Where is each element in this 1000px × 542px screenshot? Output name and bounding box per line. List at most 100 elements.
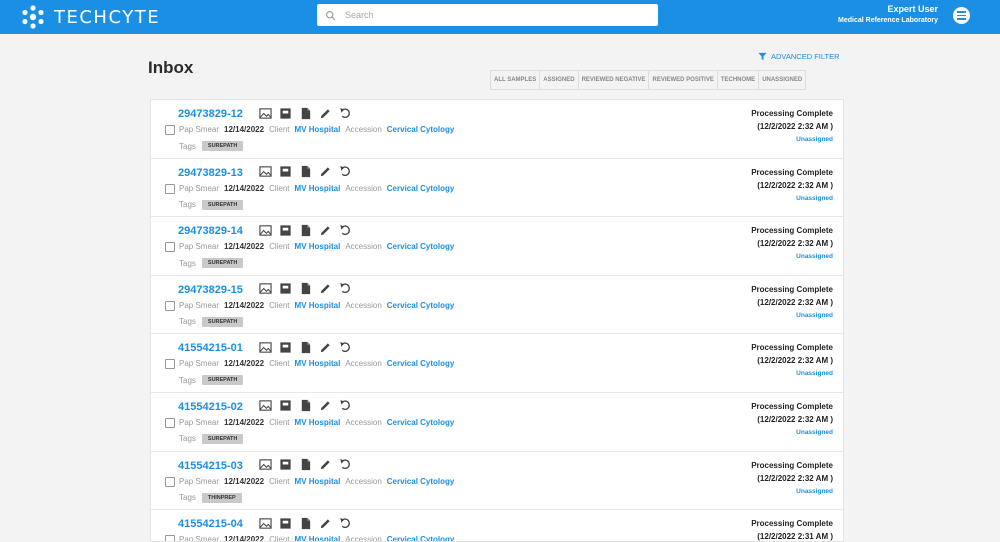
tag-chip[interactable]: SUREPATH (201, 375, 244, 386)
tag-chip[interactable]: THINPREP (201, 492, 242, 503)
edit-icon[interactable] (318, 399, 332, 413)
document-icon[interactable] (298, 165, 312, 179)
table-row[interactable]: 41554215-04 Pap Smear 12/14/2022 Client … (151, 510, 843, 541)
table-row[interactable]: 41554215-02 Pap Smear 12/14/2022 Client … (151, 393, 843, 452)
slide-icon[interactable] (278, 340, 292, 354)
slide-icon[interactable] (278, 516, 292, 530)
sample-id-link[interactable]: 41554215-04 (178, 518, 243, 530)
tag-chip[interactable]: SUREPATH (201, 433, 244, 444)
edit-icon[interactable] (318, 282, 332, 296)
tab-technome[interactable]: TECHNOME (716, 70, 759, 90)
assignment-link[interactable]: Unassigned (751, 195, 833, 202)
image-icon[interactable] (258, 340, 272, 354)
slide-icon[interactable] (278, 165, 292, 179)
slide-icon[interactable] (278, 106, 292, 120)
slide-icon[interactable] (278, 282, 292, 296)
assignment-link[interactable]: Unassigned (751, 488, 833, 495)
document-icon[interactable] (298, 282, 312, 296)
accession-link[interactable]: Cervical Cytology (387, 242, 455, 251)
image-icon[interactable] (258, 223, 272, 237)
sample-id-link[interactable]: 29473829-12 (178, 108, 243, 120)
document-icon[interactable] (298, 458, 312, 472)
sample-id-link[interactable]: 41554215-02 (178, 401, 243, 413)
assignment-link[interactable]: Unassigned (751, 253, 833, 260)
assignment-link[interactable]: Unassigned (751, 312, 833, 319)
accession-link[interactable]: Cervical Cytology (387, 125, 455, 134)
row-checkbox[interactable] (165, 183, 175, 194)
advanced-filter-button[interactable]: ADVANCED FILTER (758, 52, 839, 61)
undo-icon[interactable] (338, 106, 352, 120)
tag-chip[interactable]: SUREPATH (201, 258, 244, 269)
tab-assigned[interactable]: ASSIGNED (539, 70, 578, 90)
tag-chip[interactable]: SUREPATH (201, 316, 244, 327)
row-checkbox[interactable] (165, 242, 175, 253)
edit-icon[interactable] (318, 516, 332, 530)
document-icon[interactable] (298, 106, 312, 120)
image-icon[interactable] (258, 516, 272, 530)
edit-icon[interactable] (318, 458, 332, 472)
undo-icon[interactable] (338, 282, 352, 296)
undo-icon[interactable] (338, 165, 352, 179)
edit-icon[interactable] (318, 165, 332, 179)
tag-chip[interactable]: SUREPATH (201, 199, 244, 210)
menu-icon[interactable] (953, 7, 970, 24)
row-checkbox[interactable] (165, 476, 175, 487)
undo-icon[interactable] (338, 516, 352, 530)
row-checkbox[interactable] (165, 417, 175, 428)
client-link[interactable]: MV Hospital (295, 418, 341, 427)
undo-icon[interactable] (338, 458, 352, 472)
image-icon[interactable] (258, 165, 272, 179)
slide-icon[interactable] (278, 458, 292, 472)
assignment-link[interactable]: Unassigned (751, 370, 833, 377)
sample-id-link[interactable]: 41554215-03 (178, 460, 243, 472)
sample-id-link[interactable]: 29473829-13 (178, 167, 243, 179)
edit-icon[interactable] (318, 106, 332, 120)
tab-reviewed-negative[interactable]: REVIEWED NEGATIVE (577, 70, 649, 90)
image-icon[interactable] (258, 106, 272, 120)
tab-unassigned[interactable]: UNASSIGNED (758, 70, 807, 90)
accession-link[interactable]: Cervical Cytology (387, 359, 455, 368)
document-icon[interactable] (298, 516, 312, 530)
client-link[interactable]: MV Hospital (295, 184, 341, 193)
accession-link[interactable]: Cervical Cytology (387, 301, 455, 310)
client-link[interactable]: MV Hospital (295, 359, 341, 368)
undo-icon[interactable] (338, 340, 352, 354)
tab-all-samples[interactable]: ALL SAMPLES (490, 70, 540, 90)
user-info[interactable]: Expert User Medical Reference Laboratory (838, 4, 938, 24)
table-row[interactable]: 29473829-12 Pap Smear 12/14/2022 Client … (151, 100, 843, 159)
tab-reviewed-positive[interactable]: REVIEWED POSITIVE (648, 70, 717, 90)
tag-chip[interactable]: SUREPATH (201, 141, 244, 151)
logo[interactable]: TECHCYTE (20, 3, 160, 31)
row-checkbox[interactable] (165, 300, 175, 311)
image-icon[interactable] (258, 399, 272, 413)
table-row[interactable]: 41554215-01 Pap Smear 12/14/2022 Client … (151, 334, 843, 393)
sample-id-link[interactable]: 41554215-01 (178, 342, 243, 354)
undo-icon[interactable] (338, 223, 352, 237)
search-input[interactable] (343, 9, 647, 21)
assignment-link[interactable]: Unassigned (751, 136, 833, 143)
accession-link[interactable]: Cervical Cytology (387, 418, 455, 427)
assignment-link[interactable]: Unassigned (751, 429, 833, 436)
client-link[interactable]: MV Hospital (295, 477, 341, 486)
accession-link[interactable]: Cervical Cytology (387, 477, 455, 486)
table-row[interactable]: 29473829-15 Pap Smear 12/14/2022 Client … (151, 276, 843, 335)
document-icon[interactable] (298, 223, 312, 237)
image-icon[interactable] (258, 458, 272, 472)
client-link[interactable]: MV Hospital (295, 535, 341, 541)
client-link[interactable]: MV Hospital (295, 242, 341, 251)
edit-icon[interactable] (318, 223, 332, 237)
row-checkbox[interactable] (165, 359, 175, 370)
sample-id-link[interactable]: 29473829-14 (178, 225, 243, 237)
accession-link[interactable]: Cervical Cytology (387, 535, 455, 541)
client-link[interactable]: MV Hospital (295, 125, 341, 134)
row-checkbox[interactable] (165, 535, 175, 541)
search-bar[interactable] (317, 4, 658, 26)
undo-icon[interactable] (338, 399, 352, 413)
document-icon[interactable] (298, 340, 312, 354)
document-icon[interactable] (298, 399, 312, 413)
edit-icon[interactable] (318, 340, 332, 354)
image-icon[interactable] (258, 282, 272, 296)
accession-link[interactable]: Cervical Cytology (387, 184, 455, 193)
slide-icon[interactable] (278, 223, 292, 237)
table-row[interactable]: 29473829-14 Pap Smear 12/14/2022 Client … (151, 217, 843, 276)
